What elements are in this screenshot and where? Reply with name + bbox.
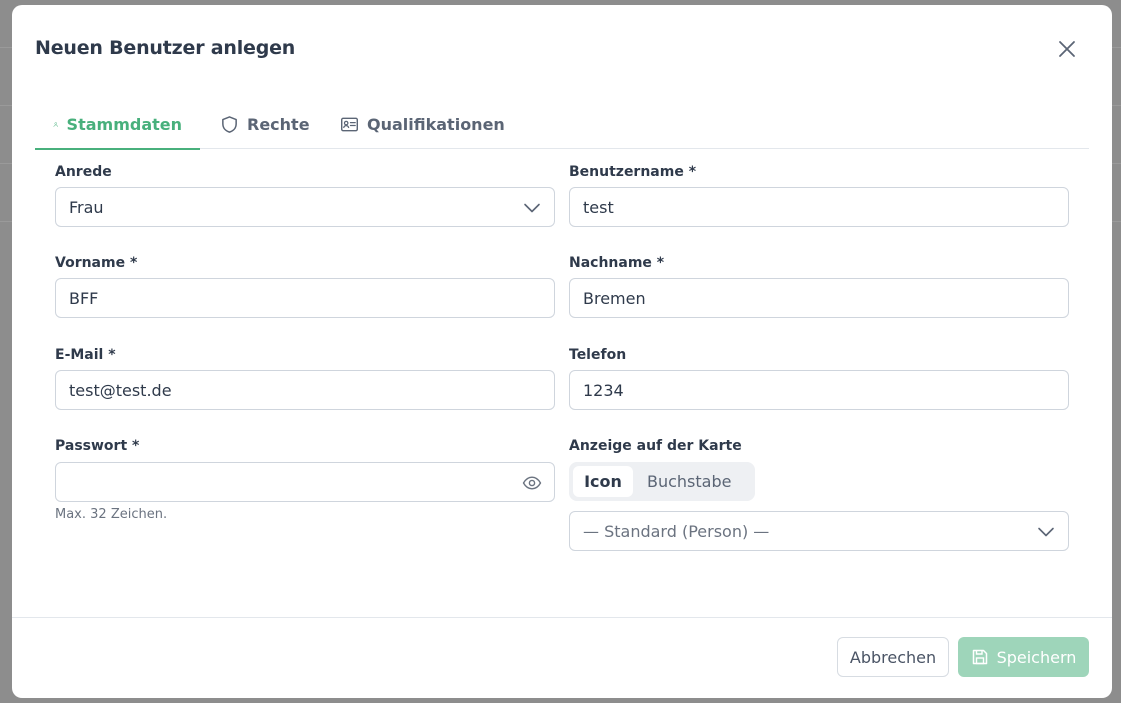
passwort-hint: Max. 32 Zeichen. (55, 507, 168, 522)
anrede-label: Anrede (55, 164, 112, 180)
tab-label: Stammdaten (66, 115, 182, 134)
chevron-down-icon (524, 203, 540, 213)
vorname-value: BFF (69, 288, 99, 308)
passwort-input[interactable] (55, 462, 555, 502)
nachname-label: Nachname * (569, 255, 665, 271)
eye-icon[interactable] (522, 474, 542, 492)
save-button[interactable]: Speichern (958, 637, 1089, 677)
vorname-label: Vorname * (55, 255, 138, 271)
dialog-title: Neuen Benutzer anlegen (35, 37, 296, 59)
benutzername-value: test (583, 197, 614, 217)
segment-buchstabe[interactable]: Buchstabe (633, 466, 745, 497)
email-value: test@test.de (69, 380, 172, 400)
nachname-value: Bremen (583, 288, 646, 308)
chevron-down-icon (1038, 527, 1054, 537)
tab-stammdaten[interactable]: Stammdaten (35, 100, 200, 150)
dialog-footer: Abbrechen Speichern (12, 617, 1112, 698)
id-card-icon (340, 117, 359, 132)
benutzername-label: Benutzername * (569, 164, 697, 180)
shield-icon (222, 116, 237, 133)
tab-rechte[interactable]: Rechte (202, 100, 328, 149)
benutzername-input[interactable]: test (569, 187, 1069, 227)
close-button[interactable] (1056, 38, 1078, 60)
save-icon (972, 649, 987, 665)
telefon-value: 1234 (583, 380, 624, 400)
tab-bar: Stammdaten Rechte Qualifikationen (35, 100, 1089, 150)
map-icon-select[interactable]: — Standard (Person) — (569, 511, 1069, 551)
anrede-value: Frau (69, 197, 104, 217)
segment-icon[interactable]: Icon (573, 466, 633, 497)
user-icon (53, 122, 58, 127)
telefon-input[interactable]: 1234 (569, 370, 1069, 410)
vorname-input[interactable]: BFF (55, 278, 555, 318)
email-label: E-Mail * (55, 347, 116, 363)
anrede-select[interactable]: Frau (55, 187, 555, 227)
anzeige-toggle: Icon Buchstabe (569, 462, 755, 501)
email-input[interactable]: test@test.de (55, 370, 555, 410)
tab-qualifikationen[interactable]: Qualifikationen (322, 100, 523, 149)
map-icon-value: — Standard (Person) — (583, 521, 770, 541)
cancel-button[interactable]: Abbrechen (837, 637, 949, 677)
tab-label: Rechte (247, 115, 310, 134)
create-user-dialog: Neuen Benutzer anlegen Stammdaten Rechte (12, 5, 1112, 698)
save-label: Speichern (996, 647, 1077, 667)
nachname-input[interactable]: Bremen (569, 278, 1069, 318)
tab-label: Qualifikationen (367, 115, 505, 134)
close-icon (1059, 41, 1075, 57)
telefon-label: Telefon (569, 347, 627, 363)
anzeige-label: Anzeige auf der Karte (569, 438, 742, 454)
passwort-label: Passwort * (55, 438, 140, 454)
